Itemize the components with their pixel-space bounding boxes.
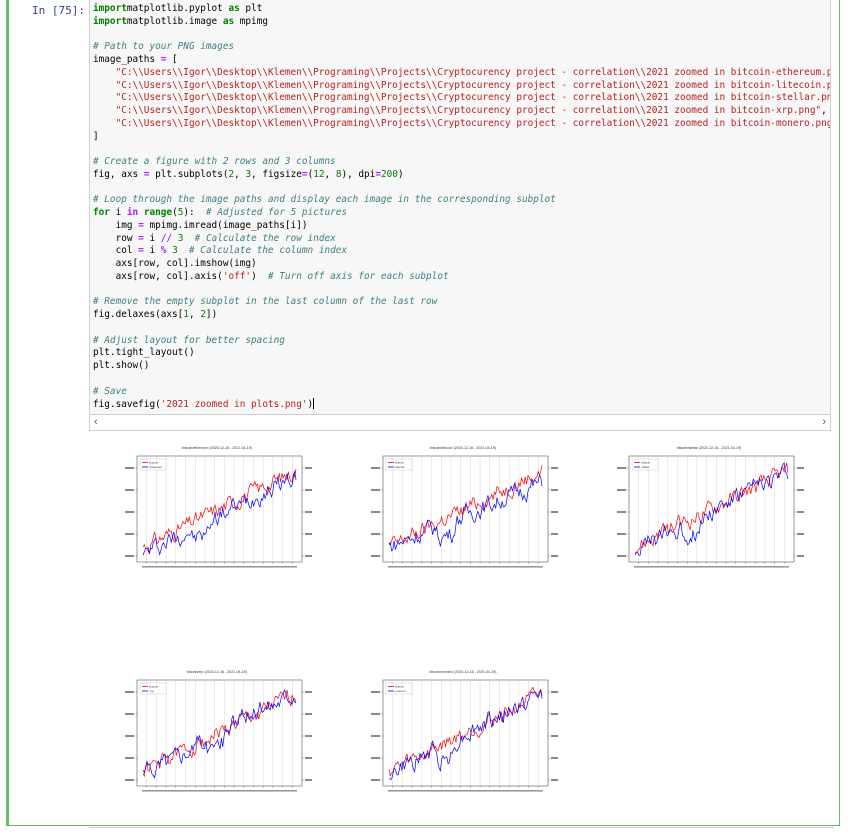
legend-label: ethereum bbox=[150, 465, 163, 469]
next-cell-edge bbox=[89, 827, 834, 832]
code-line: # Remove the empty subplot in the last c… bbox=[93, 296, 438, 308]
plot-bitcoin-xrp: bitcoin/xrp (2020-12-16 - 2021-04-19) bit… bbox=[107, 664, 327, 799]
code-line: plt.show() bbox=[93, 360, 150, 371]
code-line: "C:\\Users\\Igor\\Desktop\\Klemen\\Progr… bbox=[115, 117, 831, 129]
plot-image: bitcoin/monero (2020-12-16 - 2021-04-19)… bbox=[371, 670, 558, 792]
plot-legend: bitcoinstellar bbox=[631, 458, 659, 471]
plot-legend: bitcoinethereum bbox=[139, 458, 167, 471]
legend-label: bitcoin bbox=[396, 685, 405, 689]
plot-bitcoin-ethereum: bitcoin/ethereum (2020-12-16 - 2021-04-1… bbox=[107, 440, 327, 575]
code-editor[interactable]: importmatplotlib.pyplot as plt importmatp… bbox=[89, 0, 831, 415]
plot-legend: bitcoinxrp bbox=[139, 682, 167, 695]
legend-label: xrp bbox=[150, 689, 154, 693]
code-line: "C:\\Users\\Igor\\Desktop\\Klemen\\Progr… bbox=[115, 79, 831, 91]
code-line: axs[row, col].axis('off') # Turn off axi… bbox=[93, 270, 449, 282]
text-cursor bbox=[313, 398, 315, 410]
code-text[interactable]: importmatplotlib.pyplot as plt importmatp… bbox=[93, 3, 831, 411]
code-line: img = mpimg.imread(image_paths[i]) bbox=[93, 219, 308, 231]
legend-label: stellar bbox=[642, 465, 650, 469]
plot-title: bitcoin/litecoin (2020-12-16 - 2021-04-1… bbox=[430, 446, 496, 450]
legend-label: bitcoin bbox=[150, 461, 159, 465]
plot-image: bitcoin/xrp (2020-12-16 - 2021-04-19) bit… bbox=[125, 670, 312, 792]
code-line: importmatplotlib.image as mpimg bbox=[93, 15, 268, 27]
plot-image: bitcoin/ethereum (2020-12-16 - 2021-04-1… bbox=[125, 446, 312, 568]
code-line: "C:\\Users\\Igor\\Desktop\\Klemen\\Progr… bbox=[115, 92, 831, 104]
plot-bitcoin-litecoin: bitcoin/litecoin (2020-12-16 - 2021-04-1… bbox=[353, 440, 573, 575]
code-line: "C:\\Users\\Igor\\Desktop\\Klemen\\Progr… bbox=[115, 105, 827, 116]
code-line: # Create a figure with 2 rows and 3 colu… bbox=[93, 156, 336, 167]
plot-title: bitcoin/xrp (2020-12-16 - 2021-04-19) bbox=[187, 670, 247, 674]
code-line: axs[row, col].imshow(img) bbox=[93, 258, 257, 269]
plot-legend: bitcoinmonero bbox=[385, 682, 413, 695]
code-line: # Save bbox=[93, 385, 127, 397]
code-line: col = i % 3 # Calculate the column index bbox=[93, 245, 348, 257]
plot-image: bitcoin/stellar (2020-12-16 - 2021-04-19… bbox=[617, 446, 804, 568]
legend-label: bitcoin bbox=[642, 461, 651, 465]
horizontal-scrollbar[interactable]: ‹ › bbox=[89, 415, 831, 431]
code-line: fig.savefig('2021 zoomed in plots.png') bbox=[93, 398, 315, 411]
scroll-left-icon[interactable]: ‹ bbox=[94, 415, 98, 430]
legend-label: litecoin bbox=[396, 465, 406, 469]
legend-label: bitcoin bbox=[396, 461, 405, 465]
legend-label: monero bbox=[396, 689, 407, 693]
plot-bitcoin-stellar: bitcoin/stellar (2020-12-16 - 2021-04-19… bbox=[599, 440, 819, 575]
code-line: plt.tight_layout() bbox=[93, 347, 195, 359]
code-line: for i in range(5): # Adjusted for 5 pict… bbox=[93, 207, 348, 218]
plot-legend: bitcoinlitecoin bbox=[385, 458, 413, 471]
code-line: row = i // 3 # Calculate the row index bbox=[93, 232, 336, 244]
code-line: ] bbox=[93, 130, 99, 142]
code-line: # Path to your PNG images bbox=[93, 41, 235, 53]
code-line: image_paths = [ bbox=[93, 54, 178, 65]
plot-title: bitcoin/monero (2020-12-16 - 2021-04-19) bbox=[430, 670, 497, 674]
input-prompt: In [75]: bbox=[32, 4, 85, 17]
cell-output: bitcoin/ethereum (2020-12-16 - 2021-04-1… bbox=[89, 436, 831, 816]
code-line: fig, axs = plt.subplots(2, 3, figsize=(1… bbox=[93, 168, 404, 180]
plot-bitcoin-monero: bitcoin/monero (2020-12-16 - 2021-04-19)… bbox=[353, 664, 573, 799]
code-line: # Adjust layout for better spacing bbox=[93, 334, 285, 346]
scroll-right-icon[interactable]: › bbox=[822, 415, 826, 430]
code-line: fig.delaxes(axs[1, 2]) bbox=[93, 309, 218, 320]
plot-image: bitcoin/litecoin (2020-12-16 - 2021-04-1… bbox=[371, 446, 558, 568]
plot-title: bitcoin/stellar (2020-12-16 - 2021-04-19… bbox=[677, 446, 741, 450]
plot-title: bitcoin/ethereum (2020-12-16 - 2021-04-1… bbox=[182, 446, 252, 450]
code-line: "C:\\Users\\Igor\\Desktop\\Klemen\\Progr… bbox=[115, 66, 831, 78]
code-line: # Loop through the image paths and displ… bbox=[93, 194, 556, 206]
code-line: importmatplotlib.pyplot as plt bbox=[93, 3, 263, 14]
legend-label: bitcoin bbox=[150, 685, 159, 689]
